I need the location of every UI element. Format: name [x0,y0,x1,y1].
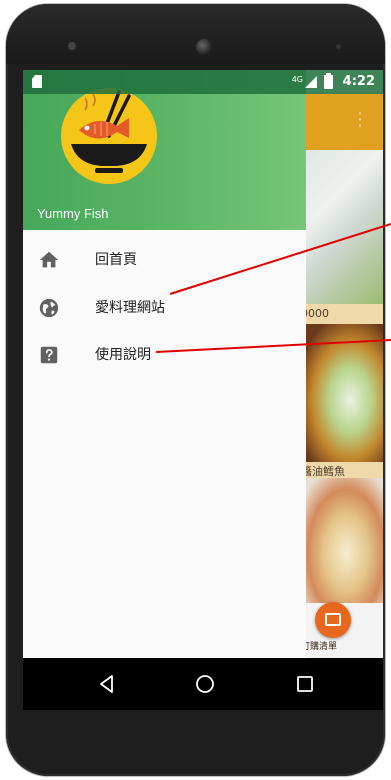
status-bar: 4G 4:22 [23,70,383,94]
phone-bezel-top [6,4,385,64]
order-list-label-text: 訂購清單 [301,642,338,652]
help-icon [40,346,58,364]
phone-frame: ⋮ 0000 醬油鱈魚 訂購清單 4G 4:22 Yummy Fish 回首頁 … [6,4,385,776]
light-sensor [336,44,341,49]
navigation-drawer: Yummy Fish 回首頁 愛料理網站 使用說明 [23,70,306,710]
order-list-button[interactable] [315,602,351,638]
home-icon [39,251,59,268]
drawer-item-website[interactable]: 愛料理網站 [23,285,306,333]
order-list-icon [325,613,341,626]
drawer-header: Yummy Fish [23,70,306,230]
food-card-caption-text: 醬油鱈魚 [301,465,345,478]
network-type-label: 4G [291,75,303,84]
order-list-label: 訂購清單 [301,640,383,654]
globe-icon [39,298,59,318]
food-card-image[interactable] [301,324,383,462]
drawer-item-label: 愛料理網站 [95,300,165,316]
front-camera [196,39,212,55]
drawer-item-home[interactable]: 回首頁 [23,237,306,285]
food-card-caption: 0000 [301,304,383,324]
drawer-item-label: 回首頁 [95,252,137,268]
drawer-item-help[interactable]: 使用說明 [23,332,306,380]
signal-icon [305,76,317,88]
proximity-sensor [68,42,76,50]
recents-icon[interactable] [293,672,317,696]
sd-card-icon [32,75,42,88]
system-navigation-bar [23,658,383,710]
back-icon[interactable] [95,672,119,696]
drawer-item-label: 使用說明 [95,347,151,363]
more-vert-icon[interactable]: ⋮ [351,110,369,130]
food-card-image[interactable] [301,478,383,603]
status-time: 4:22 [342,74,375,89]
device-page: ⋮ 0000 醬油鱈魚 訂購清單 4G 4:22 Yummy Fish 回首頁 … [0,0,391,780]
food-card-image[interactable] [301,150,383,304]
battery-icon [324,73,333,89]
fish-bowl-chopsticks-logo [61,88,157,184]
drawer-app-name: Yummy Fish [37,206,109,221]
home-circle-icon[interactable] [193,672,217,696]
device-screen: ⋮ 0000 醬油鱈魚 訂購清單 4G 4:22 Yummy Fish 回首頁 … [23,70,383,710]
